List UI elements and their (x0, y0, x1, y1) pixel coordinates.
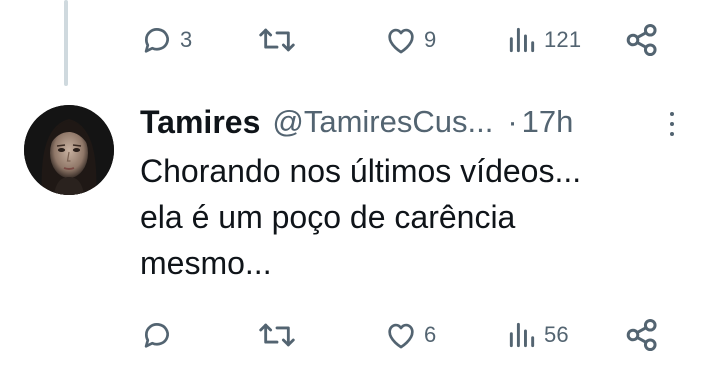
retweet-button[interactable] (258, 313, 302, 357)
reply-icon (144, 323, 169, 348)
avatar-photo (24, 105, 114, 195)
like-count: 9 (424, 27, 437, 52)
tweet-text-line: ela é um poço de carência (140, 199, 516, 235)
author-name[interactable]: Tamires (140, 104, 260, 141)
retweet-button[interactable] (258, 18, 302, 62)
thread-connector-line (64, 0, 68, 86)
tweet-text-line: Chorando nos últimos vídeos... (140, 153, 582, 189)
like-count: 6 (424, 322, 437, 347)
views-icon (509, 27, 535, 53)
tweet-text-line: mesmo... (140, 245, 272, 281)
reply-count: 3 (180, 27, 193, 52)
tweet-text: Chorando nos últimos vídeos... ela é um … (140, 148, 700, 286)
views-count: 121 (544, 27, 582, 52)
tweet-timestamp[interactable]: 17h (522, 104, 574, 140)
views-icon (509, 322, 535, 348)
retweet-icon (259, 323, 295, 347)
share-icon (626, 23, 657, 57)
tweet-header: Tamires @TamiresCus... · 17h (140, 100, 573, 144)
views-count: 56 (544, 322, 569, 347)
header-separator: · (507, 104, 518, 139)
like-button[interactable]: 6 (384, 313, 436, 357)
share-icon (626, 318, 657, 352)
more-options-button[interactable] (662, 108, 682, 140)
tweet-action-bar: 6 56 (140, 313, 665, 357)
previous-tweet-action-bar: 3 9 121 (140, 18, 665, 62)
views-button[interactable]: 56 (506, 313, 569, 357)
reply-button[interactable] (140, 313, 180, 357)
reply-icon (144, 28, 169, 53)
avatar[interactable] (24, 105, 114, 195)
author-handle[interactable]: @TamiresCus... (272, 104, 493, 140)
views-button[interactable]: 121 (506, 18, 581, 62)
reply-button[interactable]: 3 (140, 18, 192, 62)
share-button[interactable] (624, 18, 660, 62)
like-button[interactable]: 9 (384, 18, 436, 62)
heart-icon (388, 323, 414, 349)
heart-icon (388, 28, 414, 54)
share-button[interactable] (624, 313, 660, 357)
retweet-icon (259, 28, 295, 52)
